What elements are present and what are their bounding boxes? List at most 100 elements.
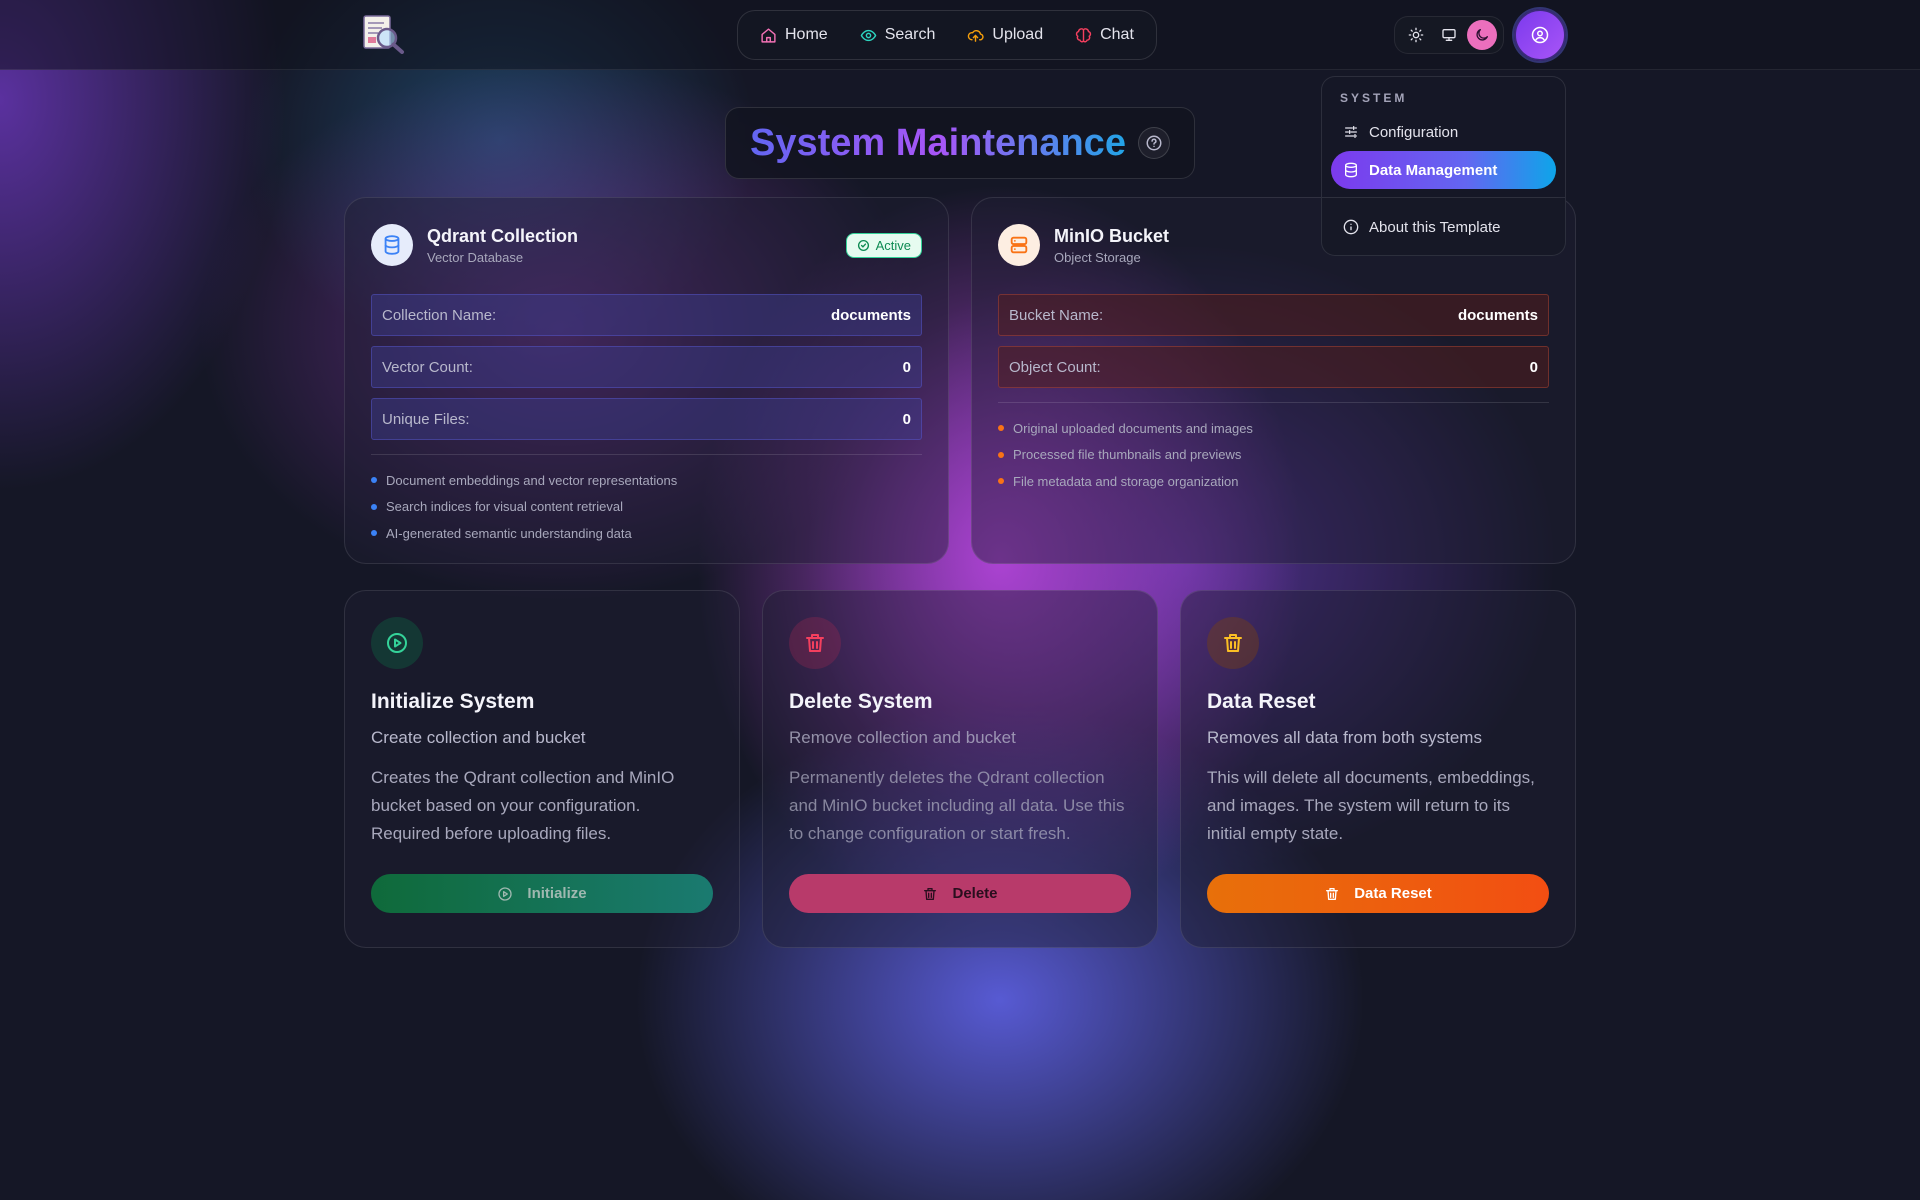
list-item-text: File metadata and storage organization: [1013, 473, 1239, 489]
database-icon: [1345, 162, 1357, 178]
button-label: Data Reset: [1354, 885, 1432, 902]
field-value: documents: [830, 306, 911, 324]
list-item: Processed file thumbnails and previews: [998, 442, 1549, 469]
data-reset-card: Data Reset Removes all data from both sy…: [1180, 590, 1576, 948]
field-label: Collection Name:: [382, 306, 497, 324]
nav-chat[interactable]: Chat: [1061, 18, 1148, 52]
server-icon: [998, 224, 1040, 266]
trash-icon: [789, 617, 841, 669]
check-circle-icon: [857, 239, 869, 251]
brain-icon: [1075, 27, 1092, 42]
field-unique-files: Unique Files: 0: [371, 398, 922, 440]
field-value: 0: [902, 410, 911, 428]
field-label: Unique Files:: [382, 410, 470, 428]
status-badge-label: Active: [875, 237, 911, 253]
cloud-upload-icon: [968, 29, 985, 42]
app-logo-icon[interactable]: [362, 14, 406, 54]
menu-item-label: Data Management: [1369, 161, 1498, 179]
dropdown-divider: [1322, 197, 1565, 198]
action-subtitle: Create collection and bucket: [371, 728, 586, 747]
minio-subtitle: Object Storage: [1054, 249, 1141, 265]
list-item: AI-generated semantic understanding data: [371, 520, 922, 547]
qdrant-bullet-list: Document embeddings and vector represent…: [371, 467, 922, 547]
theme-dark-button[interactable]: [1467, 20, 1498, 50]
main-nav: Home Search Upload Chat: [737, 10, 1157, 60]
user-circle-icon: [1531, 26, 1549, 44]
divider: [371, 454, 922, 455]
list-item-text: Document embeddings and vector represent…: [386, 472, 678, 488]
field-label: Object Count:: [1009, 358, 1101, 376]
minio-bullet-list: Original uploaded documents and images P…: [998, 415, 1549, 495]
user-menu-button[interactable]: [1514, 9, 1566, 61]
trash-icon: [924, 887, 937, 900]
sliders-icon: [1345, 126, 1357, 138]
top-navbar: Home Search Upload Chat: [0, 0, 1920, 70]
theme-switcher: [1394, 16, 1504, 54]
play-circle-icon: [371, 617, 423, 669]
divider: [998, 402, 1549, 403]
theme-light-button[interactable]: [1401, 20, 1431, 50]
play-circle-icon: [498, 886, 513, 901]
button-label: Delete: [952, 885, 998, 902]
field-value: documents: [1457, 306, 1538, 324]
qdrant-title: Qdrant Collection: [427, 225, 579, 246]
info-icon: [1343, 219, 1359, 235]
sun-icon: [1408, 27, 1423, 43]
field-bucket-name: Bucket Name: documents: [998, 294, 1549, 336]
list-item: File metadata and storage organization: [998, 468, 1549, 495]
field-collection-name: Collection Name: documents: [371, 294, 922, 336]
action-title: Initialize System: [371, 690, 535, 713]
list-item-text: AI-generated semantic understanding data: [386, 525, 632, 541]
menu-item-about[interactable]: About this Template: [1331, 208, 1556, 246]
nav-chat-label: Chat: [1100, 26, 1134, 43]
action-title: Delete System: [789, 690, 933, 713]
menu-item-configuration[interactable]: Configuration: [1331, 113, 1556, 151]
list-item: Search indices for visual content retrie…: [371, 494, 922, 521]
nav-upload-label: Upload: [992, 26, 1044, 43]
minio-title: MinIO Bucket: [1054, 225, 1170, 246]
trash-icon: [1326, 887, 1339, 900]
field-label: Vector Count:: [382, 358, 473, 376]
field-vector-count: Vector Count: 0: [371, 346, 922, 388]
qdrant-subtitle: Vector Database: [427, 249, 524, 265]
action-description: This will delete all documents, embeddin…: [1207, 768, 1535, 843]
action-description: Creates the Qdrant collection and MinIO …: [371, 768, 675, 843]
dropdown-section-title: SYSTEM: [1340, 91, 1408, 105]
status-badge: Active: [845, 232, 922, 258]
nav-search-label: Search: [884, 26, 936, 43]
user-dropdown-menu: SYSTEM Configuration Data Management Abo…: [1321, 76, 1566, 256]
menu-item-data-management[interactable]: Data Management: [1331, 151, 1556, 189]
database-icon: [371, 224, 413, 266]
monitor-icon: [1442, 28, 1456, 41]
help-button[interactable]: [1137, 127, 1170, 159]
eye-icon: [860, 29, 876, 41]
home-icon: [761, 27, 776, 43]
qdrant-card: Qdrant Collection Vector Database Active…: [344, 197, 949, 564]
delete-button[interactable]: Delete: [789, 874, 1131, 913]
list-item: Document embeddings and vector represent…: [371, 467, 922, 494]
initialize-card: Initialize System Create collection and …: [344, 590, 740, 948]
initialize-button[interactable]: Initialize: [371, 874, 713, 913]
page-title: System Maintenance: [750, 121, 1126, 164]
data-reset-button[interactable]: Data Reset: [1207, 874, 1549, 913]
moon-icon: [1476, 29, 1489, 41]
list-item: Original uploaded documents and images: [998, 415, 1549, 442]
nav-upload[interactable]: Upload: [953, 18, 1057, 52]
field-object-count: Object Count: 0: [998, 346, 1549, 388]
nav-home[interactable]: Home: [746, 18, 842, 52]
field-label: Bucket Name:: [1009, 306, 1104, 324]
nav-search[interactable]: Search: [846, 18, 950, 52]
theme-system-button[interactable]: [1434, 20, 1464, 50]
field-value: 0: [902, 358, 911, 376]
trash-icon: [1207, 617, 1259, 669]
action-subtitle: Removes all data from both systems: [1207, 728, 1482, 747]
menu-item-label: About this Template: [1369, 218, 1501, 236]
nav-home-label: Home: [785, 26, 828, 43]
list-item-text: Processed file thumbnails and previews: [1013, 447, 1242, 463]
page-title-box: System Maintenance: [725, 107, 1195, 179]
question-circle-icon: [1146, 135, 1162, 151]
action-title: Data Reset: [1207, 690, 1316, 713]
delete-card: Delete System Remove collection and buck…: [762, 590, 1158, 948]
button-label: Initialize: [527, 885, 587, 902]
list-item-text: Original uploaded documents and images: [1013, 420, 1253, 436]
